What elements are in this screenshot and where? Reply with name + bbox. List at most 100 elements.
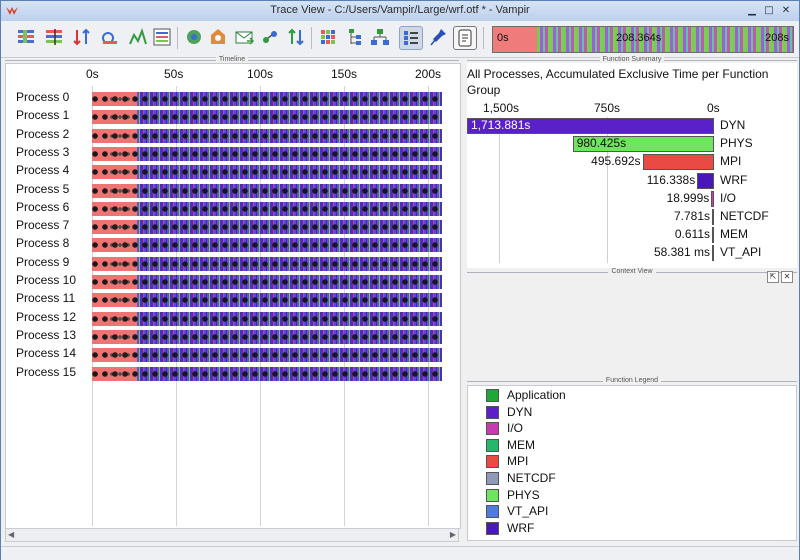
process-label: Process 12 [16,309,77,324]
message-dots [92,220,442,235]
overview-end-label: 208s [765,32,789,44]
status-bar [1,546,799,560]
message-dots [92,348,442,363]
legend-label: DYN [507,404,533,419]
process-timeline-bar[interactable] [92,311,442,326]
message-dots [92,366,442,381]
summary-row[interactable]: 495.692s MPI [467,153,797,171]
call-tree-icon [288,28,304,46]
process-timeline-bar[interactable] [92,110,442,125]
io-icon [263,31,277,43]
message-dots [92,110,442,125]
grid-view-button[interactable] [317,26,339,48]
io-summary-button[interactable] [259,26,281,48]
context-button[interactable] [453,26,477,50]
function-legend-panel[interactable]: Application DYN I/O MEM MPI NETCDF PHYS VT_API W… [467,385,797,541]
process-label: Process 11 [16,291,76,306]
legend-swatch [486,438,499,452]
pin-icon [430,29,446,46]
timeline-panel[interactable]: 0s 50s 100s 150s 200s Process 0 Process 1… [5,63,461,529]
process-timeline-bar[interactable] [92,293,442,308]
message-dots [92,256,442,271]
process-timeline-bar[interactable] [92,165,442,180]
process-timeline-bar[interactable] [92,256,442,271]
process-timeline-bar[interactable] [92,275,442,289]
context-view-panel[interactable]: ⇱ ✕ [467,271,797,376]
process-label: Process 14 [16,346,77,361]
message-dots [92,183,442,198]
hierarchy-button[interactable] [369,26,391,48]
summary-timeline-icon [73,28,90,46]
summary-axis-tick: 0s [707,101,720,115]
scroll-left-icon[interactable]: ◀ [8,530,14,539]
master-timeline-button[interactable] [15,26,37,48]
summary-value: 58.381 ms [653,245,710,260]
timeline-horizontal-scrollbar[interactable]: ◀ ▶ [5,528,459,542]
function-summary-button[interactable] [151,26,173,48]
tree-icon [349,29,361,45]
timeline-tick: 50s [164,67,184,81]
envelope-icon [235,31,255,45]
minimize-button[interactable]: ▁ [745,4,759,17]
process-timeline-bar[interactable] [92,146,442,161]
process-timeline-bar[interactable] [92,128,442,143]
legend-swatch [486,521,499,535]
function-summary-icon [153,28,171,46]
process-timeline-bar[interactable] [92,348,442,363]
process-timeline-bar[interactable] [92,92,442,106]
function-summary-panel[interactable]: All Processes, Accumulated Exclusive Tim… [467,63,797,268]
marker-button[interactable] [427,26,449,48]
close-button[interactable]: ✕ [779,4,793,17]
process-timeline-bar[interactable] [92,329,442,344]
legend-button[interactable] [399,26,423,50]
process-timeline-bar[interactable] [92,366,442,381]
communication-matrix-button[interactable] [233,26,255,48]
process-timeline-bar[interactable] [92,183,442,198]
legend-label: Application [507,388,566,402]
process-timeline-button[interactable] [99,26,121,48]
summary-row[interactable]: 1,713.881s DYN [467,117,797,134]
summary-row[interactable]: 58.381 ms VT_API [467,244,797,262]
message-dots [92,165,442,180]
summary-row[interactable]: 0.611s MEM [467,226,797,244]
process-timeline-icon [102,32,117,44]
call-tree-button[interactable] [285,26,307,48]
summary-bar [642,154,714,171]
undock-icon[interactable]: ⇱ [767,271,779,283]
message-summary-button[interactable] [183,26,205,48]
message-dots [92,128,442,143]
process-timeline-bar[interactable] [92,220,442,235]
trace-view-window: Trace View - C:/Users/Vampir/Large/wrf.o… [0,0,800,560]
legend-label: VT_API [507,504,549,519]
process-timeline-bar[interactable] [92,238,442,253]
summary-timeline-button[interactable] [71,26,93,48]
counter-timeline-icon [46,29,62,45]
legend-label: WRF [507,520,535,535]
timeline-caption: Timeline [215,56,249,63]
scroll-right-icon[interactable]: ▶ [450,530,456,539]
counter-timeline-button[interactable] [43,26,65,48]
window-title: Trace View - C:/Users/Vampir/Large/wrf.o… [270,4,530,16]
message-dots [92,311,442,326]
legend-swatch [486,405,499,419]
summary-value: 7.781s [673,209,710,223]
summary-row[interactable]: 116.338s WRF [467,172,797,189]
overview-timeline[interactable]: 0s 208.364s 208s [492,26,794,53]
summary-row[interactable]: 18.999s I/O [467,190,797,207]
summary-group-name: I/O [720,190,737,205]
summary-row[interactable]: 7.781s NETCDF [467,208,797,225]
performance-radar-button[interactable] [127,26,149,48]
maximize-button[interactable]: □ [762,4,776,17]
timeline-tick: 100s [247,67,274,81]
message-dots [92,92,442,106]
close-icon[interactable]: ✕ [781,271,793,283]
toolbar-separator [177,27,178,49]
summary-group-name: NETCDF [720,209,769,223]
summary-row[interactable]: 980.425s PHYS [467,135,797,153]
summary-value: 116.338s [646,172,696,187]
tree-button[interactable] [343,26,365,48]
title-bar[interactable]: Trace View - C:/Users/Vampir/Large/wrf.o… [1,1,799,21]
process-summary-button[interactable] [207,26,229,48]
summary-group-name: MEM [720,227,748,242]
process-timeline-bar[interactable] [92,201,442,216]
